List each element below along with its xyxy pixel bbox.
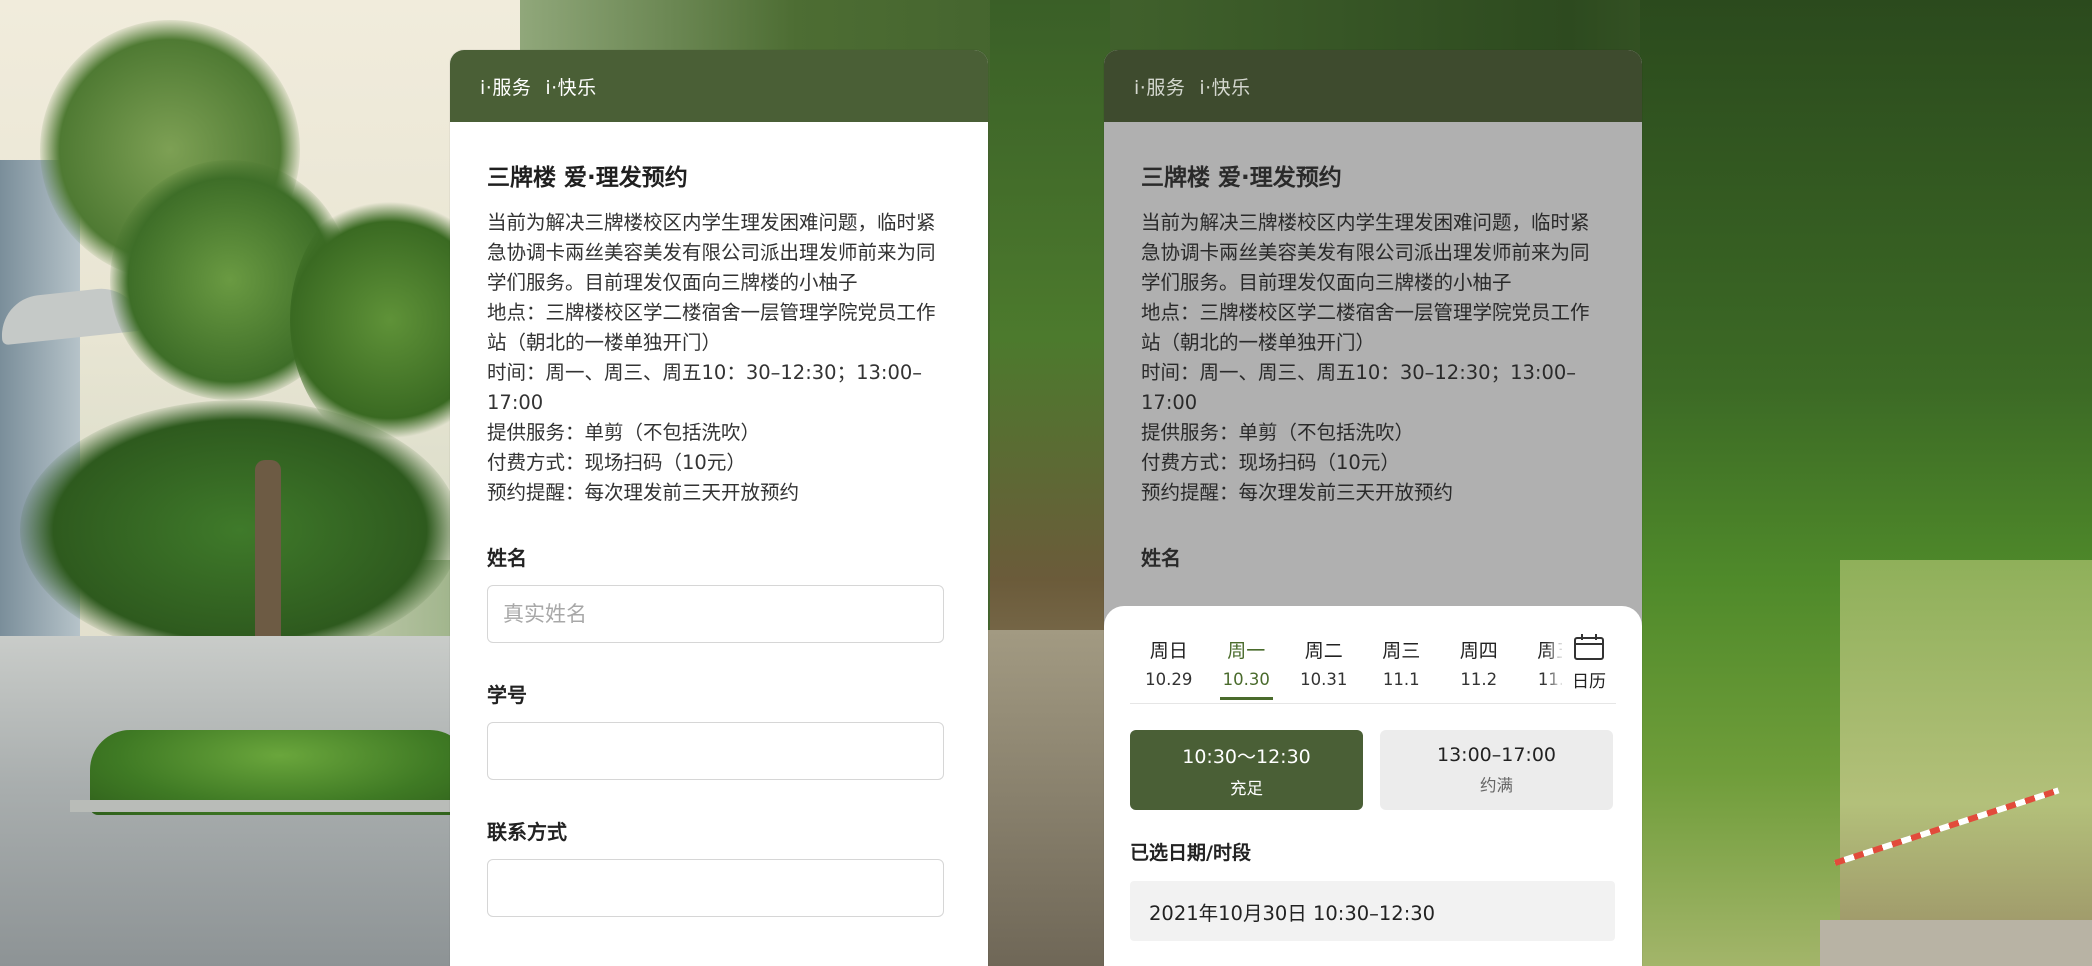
top-bar: i·服务 i·快乐 [1104, 50, 1642, 122]
calendar-icon [1573, 633, 1605, 665]
date-tab-date: 11.1 [1382, 670, 1420, 689]
nav-service[interactable]: i·服务 [480, 73, 531, 100]
phone-screen-form: i·服务 i·快乐 三牌楼 爱·理发预约 当前为解决三牌楼校区内学生理发困难问题… [450, 50, 988, 966]
description: 当前为解决三牌楼校区内学生理发困难问题，临时紧急协调卡兩丝美容美发有限公司派出理… [487, 208, 951, 508]
student-id-input[interactable] [487, 722, 944, 780]
description-time: 时间：周一、周三、周五10：30–12:30；13:00–17:00 [487, 361, 923, 414]
page-title: 三牌楼 爱·理发预约 [487, 165, 688, 191]
date-tab-active[interactable]: 周一 10.30 [1208, 606, 1286, 700]
selected-value: 2021年10月30日 10:30–12:30 [1130, 881, 1615, 941]
slot-time: 10:30～12:30 [1182, 745, 1311, 768]
calendar-label: 日历 [1572, 672, 1606, 692]
top-bar: i·服务 i·快乐 [450, 50, 988, 122]
name-input[interactable] [487, 585, 944, 643]
time-slot-selected[interactable]: 10:30～12:30 充足 [1130, 730, 1363, 810]
date-tab[interactable]: 周二 10.31 [1285, 606, 1363, 690]
description-payment: 付费方式：现场扫码（10元） [1141, 451, 1400, 474]
slot-status: 充足 [1230, 778, 1263, 798]
date-tab-weekday: 周一 [1227, 640, 1266, 662]
date-tab-date: 10.30 [1222, 670, 1270, 689]
name-label: 姓名 [487, 546, 527, 570]
page-title: 三牌楼 爱·理发预约 [1141, 165, 1342, 191]
date-tab[interactable]: 周三 11.1 [1363, 606, 1441, 690]
date-tab-weekday: 周三 [1382, 640, 1421, 662]
date-tab-weekday: 周日 [1149, 640, 1188, 662]
nav-service[interactable]: i·服务 [1134, 73, 1185, 100]
stone-step [1820, 920, 2092, 966]
date-tab[interactable]: 周日 10.29 [1130, 606, 1208, 690]
description-intro: 当前为解决三牌楼校区内学生理发困难问题，临时紧急协调卡兩丝美容美发有限公司派出理… [487, 211, 936, 294]
calendar-button[interactable]: 日历 [1562, 606, 1616, 702]
date-tab-date: 10.29 [1145, 670, 1193, 689]
description-service: 提供服务：单剪（不包括洗吹） [1141, 421, 1415, 444]
date-tab-weekday: 周二 [1304, 640, 1343, 662]
description-reminder: 预约提醒：每次理发前三天开放预约 [487, 481, 800, 504]
description-location: 地点：三牌楼校区学二楼宿舍一层管理学院党员工作站（朝北的一楼单独开门） [1141, 301, 1590, 354]
contact-input[interactable] [487, 859, 944, 917]
date-picker-sheet: 周日 10.29 周一 10.30 周二 10.31 周三 11.1 周四 11… [1104, 606, 1642, 966]
right-lawn [1840, 560, 2092, 966]
selected-label: 已选日期/时段 [1130, 842, 1251, 864]
phone-screen-picker: i·服务 i·快乐 三牌楼 爱·理发预约 当前为解决三牌楼校区内学生理发困难问题… [1104, 50, 1642, 966]
date-tabs: 周日 10.29 周一 10.30 周二 10.31 周三 11.1 周四 11… [1130, 606, 1616, 704]
page-content: 三牌楼 爱·理发预约 当前为解决三牌楼校区内学生理发困难问题，临时紧急协调卡兩丝… [450, 122, 988, 917]
time-slot-full[interactable]: 13:00–17:00 约满 [1380, 730, 1613, 810]
date-tab-weekday: 周四 [1459, 640, 1498, 662]
name-label: 姓名 [1141, 546, 1181, 570]
date-tab-date: 10.31 [1300, 670, 1348, 689]
contact-label: 联系方式 [487, 820, 567, 844]
nav-happy[interactable]: i·快乐 [545, 73, 596, 100]
slot-time: 13:00–17:00 [1436, 744, 1556, 766]
nav-happy[interactable]: i·快乐 [1199, 73, 1250, 100]
background-photo [0, 0, 2092, 966]
slot-status: 约满 [1480, 776, 1513, 795]
description: 当前为解决三牌楼校区内学生理发困难问题，临时紧急协调卡兩丝美容美发有限公司派出理… [1141, 208, 1605, 508]
page-content: 三牌楼 爱·理发预约 当前为解决三牌楼校区内学生理发困难问题，临时紧急协调卡兩丝… [1104, 122, 1642, 571]
tree-foliage [20, 400, 460, 660]
time-slots: 10:30～12:30 充足 13:00–17:00 约满 [1130, 730, 1616, 810]
description-payment: 付费方式：现场扫码（10元） [487, 451, 746, 474]
description-service: 提供服务：单剪（不包括洗吹） [487, 421, 761, 444]
description-location: 地点：三牌楼校区学二楼宿舍一层管理学院党员工作站（朝北的一楼单独开门） [487, 301, 936, 354]
description-reminder: 预约提醒：每次理发前三天开放预约 [1141, 481, 1454, 504]
curb [70, 800, 470, 812]
date-tab-date: 11.2 [1460, 670, 1498, 689]
description-time: 时间：周一、周三、周五10：30–12:30；13:00–17:00 [1141, 361, 1577, 414]
walkway [985, 630, 1110, 966]
description-intro: 当前为解决三牌楼校区内学生理发困难问题，临时紧急协调卡兩丝美容美发有限公司派出理… [1141, 211, 1590, 294]
student-id-label: 学号 [487, 683, 527, 707]
date-tab[interactable]: 周四 11.2 [1440, 606, 1518, 690]
